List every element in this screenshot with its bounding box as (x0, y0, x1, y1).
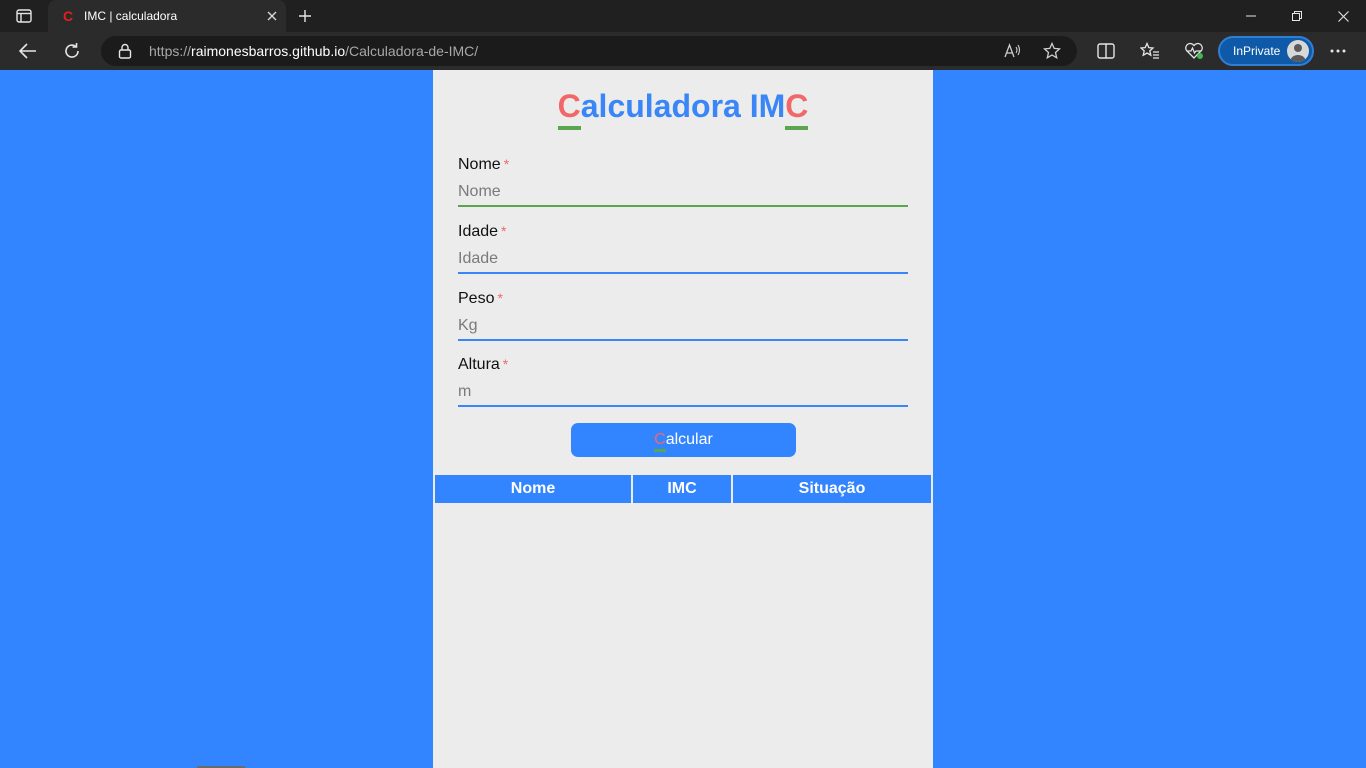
browser-toolbar: https://raimonesbarros.github.io/Calcula… (0, 32, 1366, 70)
button-first-letter: C (654, 431, 666, 452)
idade-input[interactable] (458, 246, 908, 274)
close-window-icon[interactable] (1320, 0, 1366, 32)
idade-label-text: Idade (458, 223, 499, 240)
page-viewport: Calculadora IMC Nome* Idade* Peso* Altur… (0, 70, 1366, 768)
split-screen-icon[interactable] (1091, 36, 1121, 66)
inprivate-label: InPrivate (1233, 44, 1281, 58)
idade-label: Idade * (458, 221, 908, 242)
column-header-imc: IMC (633, 475, 733, 503)
read-aloud-icon[interactable] (1003, 42, 1021, 65)
idade-field: Idade * (458, 221, 908, 277)
close-icon[interactable] (258, 2, 286, 30)
refresh-icon[interactable] (57, 36, 87, 66)
favorite-star-icon[interactable] (1042, 41, 1062, 65)
plus-icon[interactable] (292, 4, 318, 28)
inprivate-button[interactable]: InPrivate (1218, 36, 1314, 66)
browser-tab[interactable]: C IMC | calculadora (48, 0, 286, 32)
required-marker: * (497, 290, 503, 306)
back-arrow-icon[interactable] (13, 36, 43, 66)
tab-actions-icon[interactable] (12, 6, 36, 26)
url-text[interactable]: https://raimonesbarros.github.io/Calcula… (149, 36, 478, 66)
column-header-situacao: Situação (733, 475, 931, 503)
minimize-icon[interactable] (1228, 0, 1274, 32)
button-rest: alcular (665, 431, 713, 448)
altura-label-text: Altura (458, 356, 500, 373)
url-prefix: https:// (149, 43, 192, 59)
favicon-icon: C (62, 8, 74, 24)
altura-label: Altura * (458, 354, 908, 375)
table-header-row: Nome IMC Situação (435, 475, 931, 503)
nome-label: Nome * (458, 154, 908, 175)
page-title: Calculadora IMC (433, 88, 933, 130)
title-last-letter: C (785, 88, 809, 130)
peso-field: Peso * (458, 288, 908, 344)
required-marker: * (502, 356, 509, 372)
results-table: Nome IMC Situação (435, 475, 931, 503)
title-middle: alculadora IM (580, 88, 786, 124)
nome-label-text: Nome (458, 156, 501, 173)
url-host: raimonesbarros.github.io (191, 43, 346, 59)
tab-title: IMC | calculadora (84, 9, 178, 23)
lock-icon[interactable] (118, 43, 132, 64)
altura-field: Altura * (458, 354, 908, 410)
more-icon[interactable] (1323, 36, 1353, 66)
altura-input[interactable] (458, 379, 908, 407)
avatar (1287, 40, 1309, 62)
address-bar[interactable]: https://raimonesbarros.github.io/Calcula… (101, 36, 1077, 66)
calcular-button[interactable]: Calcular (571, 423, 796, 457)
nome-field: Nome * (458, 154, 908, 210)
restore-icon[interactable] (1274, 0, 1320, 32)
calculator-card: Calculadora IMC Nome* Idade* Peso* Altur… (433, 70, 933, 768)
column-header-nome: Nome (435, 475, 633, 503)
peso-label: Peso * (458, 288, 908, 309)
peso-label-text: Peso (458, 290, 495, 307)
browser-essentials-icon[interactable] (1179, 36, 1209, 66)
nome-input[interactable] (458, 179, 908, 207)
url-path: /Calculadora-de-IMC/ (345, 43, 479, 59)
browser-titlebar: C IMC | calculadora (0, 0, 1366, 32)
required-marker: * (503, 156, 510, 172)
peso-input[interactable] (458, 313, 908, 341)
favorites-icon[interactable] (1135, 36, 1165, 66)
title-first-letter: C (557, 88, 581, 130)
required-marker: * (501, 223, 507, 239)
